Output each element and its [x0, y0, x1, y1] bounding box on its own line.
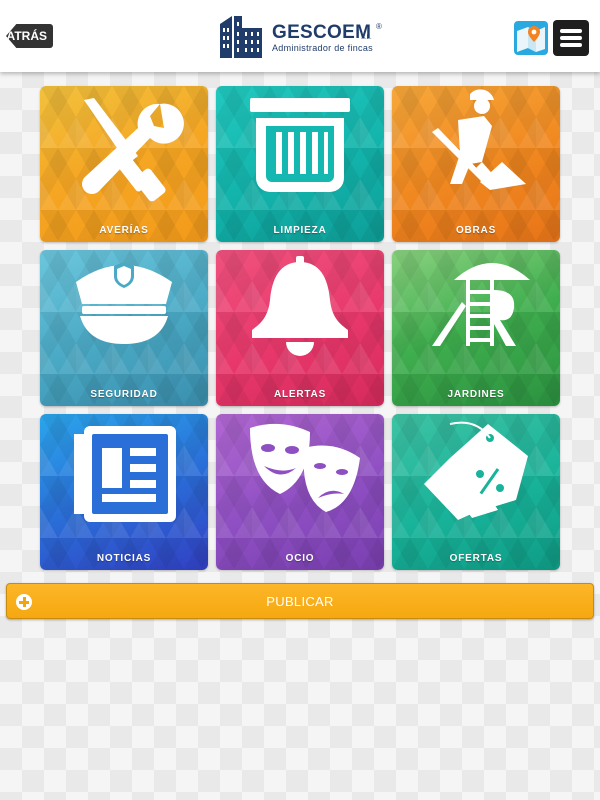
price-tag-icon	[424, 421, 528, 520]
tile-ofertas[interactable]: OFERTAS	[392, 414, 560, 570]
app-header: ATRÁS GESCOEM S.L. ® Administrador de fi…	[0, 0, 600, 72]
tile-label: JARDINES	[447, 389, 505, 400]
police-cap-icon	[76, 262, 172, 344]
tile-limpieza[interactable]: LIMPIEZA	[216, 86, 384, 242]
tile-seguridad[interactable]: SEGURIDAD	[40, 250, 208, 406]
theater-masks-icon	[250, 423, 360, 512]
logo-subtitle: Administrador de fincas	[272, 43, 373, 53]
worker-shovel-icon	[432, 89, 526, 190]
tile-label: NOTICIAS	[96, 553, 152, 564]
tile-alertas[interactable]: ALERTAS	[216, 250, 384, 406]
map-pin-icon	[517, 26, 545, 52]
tile-ocio[interactable]: OCIO	[216, 414, 384, 570]
playground-slide-icon	[432, 263, 530, 346]
tile-label: OBRAS	[455, 225, 497, 236]
building-logo-icon	[220, 16, 262, 58]
tile-label: ALERTAS	[273, 389, 327, 400]
tile-jardines[interactable]: JARDINES	[392, 250, 560, 406]
map-button[interactable]	[514, 21, 548, 55]
bell-icon	[252, 256, 348, 356]
logo-registered-mark: ®	[376, 22, 382, 31]
publish-button[interactable]: PUBLICAR	[6, 583, 594, 619]
tile-obras[interactable]: OBRAS	[392, 86, 560, 242]
tools-icon	[82, 98, 184, 202]
trash-bin-icon	[250, 98, 350, 192]
tile-averias[interactable]: AVERÍAS	[40, 86, 208, 242]
gescoem-logo: GESCOEM S.L. ® Administrador de fincas	[218, 14, 388, 60]
logo-suffix: S.L.	[361, 35, 372, 41]
tile-label: SEGURIDAD	[90, 389, 158, 400]
hamburger-line	[560, 43, 582, 47]
tile-label: OFERTAS	[449, 553, 503, 564]
newspaper-icon	[74, 426, 176, 522]
menu-button[interactable]	[553, 20, 589, 56]
publish-label: PUBLICAR	[266, 594, 334, 609]
hamburger-menu-icon	[560, 29, 582, 33]
tile-label: OCIO	[285, 553, 315, 564]
tile-label: LIMPIEZA	[273, 225, 327, 236]
logo-name: GESCOEM	[272, 22, 372, 43]
hamburger-line	[560, 36, 582, 40]
tile-label: AVERÍAS	[99, 225, 149, 236]
back-button[interactable]: ATRÁS	[6, 24, 53, 48]
category-grid: AVERÍAS LIMPIEZA OBRAS SEGURIDAD ALERTAS…	[40, 86, 560, 570]
tile-noticias[interactable]: NOTICIAS	[40, 414, 208, 570]
